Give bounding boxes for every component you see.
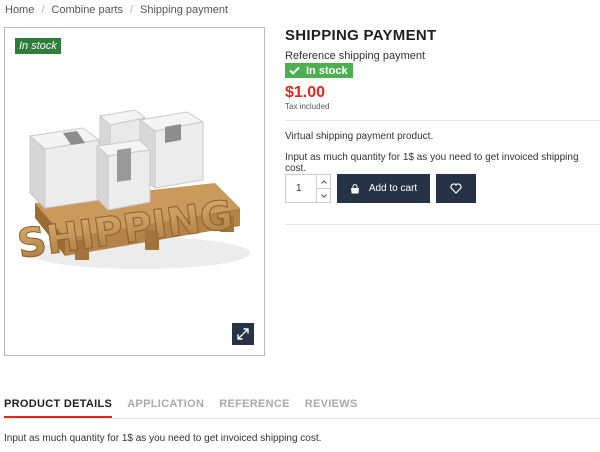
wishlist-button[interactable] [436,174,476,203]
add-to-cart-label: Add to cart [368,183,418,194]
availability-badge: In stock [285,63,353,78]
product-title: SHIPPING PAYMENT [285,27,437,44]
product-reference: Reference shipping payment [285,50,426,62]
product-description: Virtual shipping payment product. [285,131,434,142]
shipping-pallet-illustration: SHIPPING [14,109,250,269]
tab-application[interactable]: APPLICATION [127,398,204,418]
quantity-stepper [285,174,331,203]
zoom-button[interactable] [232,323,254,345]
tab-product-details[interactable]: PRODUCT DETAILS [4,398,113,418]
in-stock-tag: In stock [15,38,61,54]
breadcrumb-combine-parts-link[interactable]: Combine parts [51,4,123,16]
breadcrumb: Home / Combine parts / Shipping payment [5,4,228,16]
divider [285,120,600,121]
expand-icon [237,328,249,340]
quantity-increase-button[interactable] [317,175,330,189]
product-price: $1.00 [285,84,326,101]
breadcrumb-separator: / [41,4,45,16]
breadcrumb-home-link[interactable]: Home [5,4,34,16]
divider [285,224,600,225]
breadcrumb-separator: / [129,4,134,16]
quantity-input[interactable] [286,175,317,202]
tab-reviews[interactable]: REVIEWS [305,398,358,418]
availability-label: In stock [306,64,348,77]
chevron-up-icon [320,179,327,184]
product-tabs: PRODUCT DETAILS APPLICATION REFERENCE RE… [4,398,373,418]
product-image[interactable]: SHIPPING In stock [4,27,265,356]
tab-reference[interactable]: REFERENCE [219,398,290,418]
check-icon [289,66,300,75]
quantity-decrease-button[interactable] [317,189,330,202]
tabs-divider [4,418,600,419]
tab-content: Input as much quantity for 1$ as you nee… [4,433,322,444]
chevron-down-icon [320,193,327,198]
breadcrumb-current-page[interactable]: Shipping payment [140,4,228,16]
product-instructions: Input as much quantity for 1$ as you nee… [285,152,579,174]
add-to-cart-button[interactable]: Add to cart [337,174,430,203]
quantity-buttons [317,175,330,202]
heart-icon [450,183,462,194]
tax-label: Tax included [285,102,330,111]
shopping-bag-icon [350,183,359,193]
